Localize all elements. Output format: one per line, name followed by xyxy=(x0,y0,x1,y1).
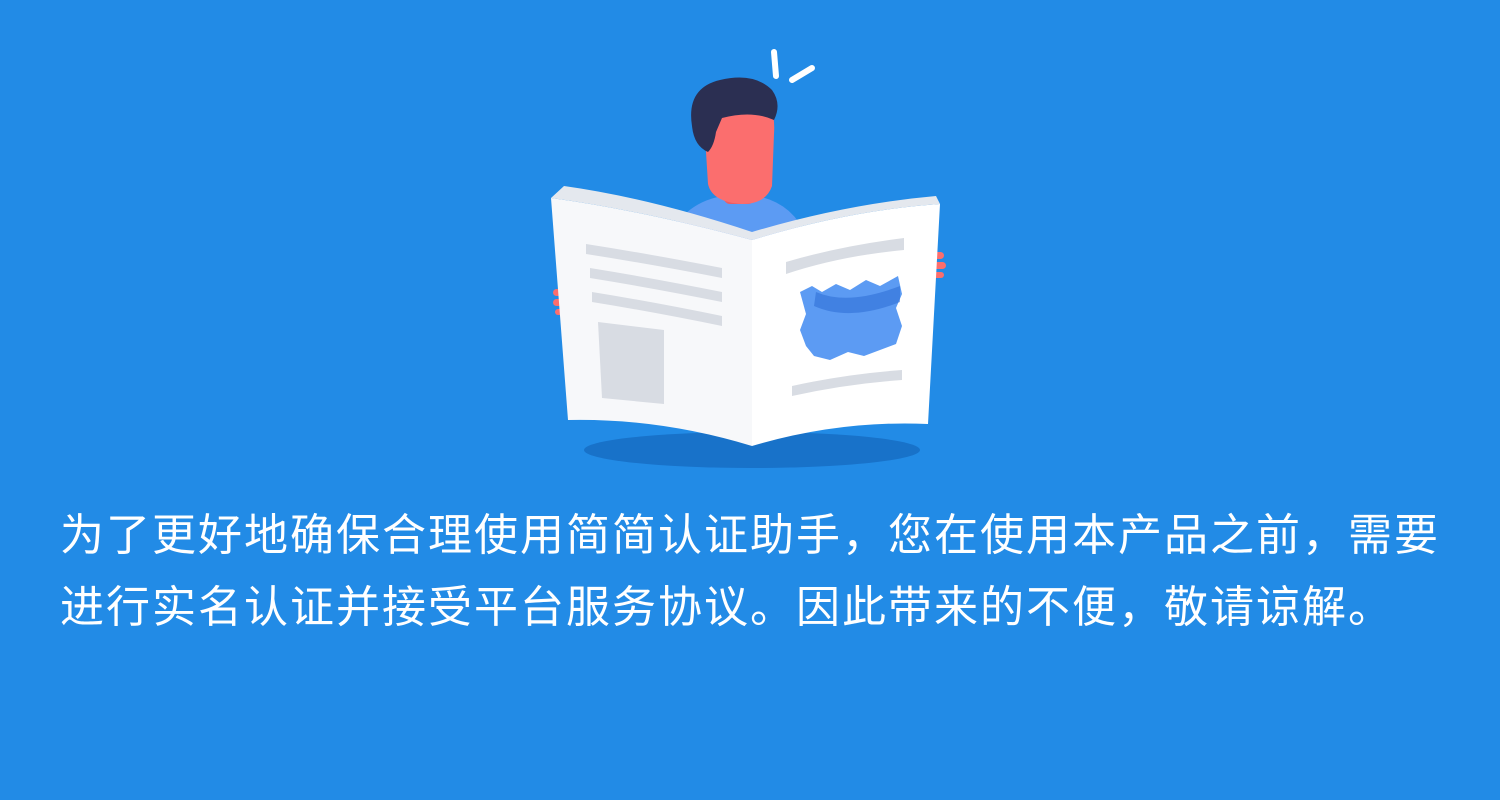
notice-message: 为了更好地确保合理使用简简认证助手，您在使用本产品之前，需要进行实名认证并接受平… xyxy=(60,510,1440,633)
person-reading-newspaper-icon xyxy=(551,49,946,468)
surprise-marks-icon xyxy=(771,49,815,83)
